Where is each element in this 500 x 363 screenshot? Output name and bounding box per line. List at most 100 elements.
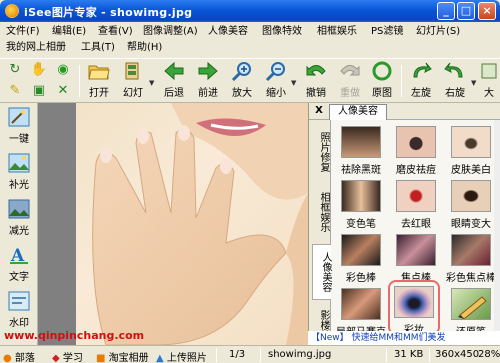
forward-button[interactable]: 前进 xyxy=(191,61,225,101)
status-taobao-link[interactable]: ■ 淘宝相册 xyxy=(96,349,149,363)
landscape-dark-icon xyxy=(8,199,30,219)
back-button[interactable]: 后退 xyxy=(157,61,191,101)
menu-edit[interactable]: 编辑(E) xyxy=(52,25,86,39)
tool-smooth-skin[interactable]: 磨皮祛痘 xyxy=(390,122,442,177)
title-bar: iSee图片专家 - showimg.jpg _ □ × xyxy=(0,0,500,22)
one-click-button[interactable]: 一键 xyxy=(2,105,36,147)
promo-link[interactable]: 【New】 快速给MM和MM们美发 xyxy=(308,331,500,345)
eye-thumb-icon xyxy=(396,126,436,158)
original-label: 原图 xyxy=(372,88,392,99)
tool-enlarge-eyes[interactable]: 眼睛变大 xyxy=(445,176,497,231)
status-dimensions: 360x450 xyxy=(435,349,480,360)
menu-view[interactable]: 查看(V) xyxy=(98,25,133,39)
tool-focus-stick[interactable]: 焦点棒 xyxy=(390,230,442,285)
tool-label: 祛除黑斑 xyxy=(341,165,381,176)
watermark-button[interactable]: 水印 xyxy=(2,289,36,331)
app-icon[interactable] xyxy=(5,4,19,18)
menu-portrait-beauty[interactable]: 人像美容 xyxy=(208,25,248,39)
vertical-tabs: 照片修复 相框娱乐 人像美容 影楼效 xyxy=(309,120,331,345)
tool-color-pen[interactable]: 变色笔 xyxy=(335,176,387,231)
undo-button[interactable]: 撤销 xyxy=(299,61,333,101)
menu-image-effects[interactable]: 图像特效 xyxy=(262,25,302,39)
status-tribe-link[interactable]: ● 部落 xyxy=(3,349,35,363)
menu-image-adjust[interactable]: 图像调整(A) xyxy=(143,25,198,39)
face-thumb-icon xyxy=(341,126,381,158)
hand-icon[interactable]: ✋ xyxy=(28,61,50,79)
tool-color-focus-stick[interactable]: 彩色焦点棒 xyxy=(445,230,497,285)
menu-tools[interactable]: 工具(T) xyxy=(81,41,115,55)
open-button[interactable]: 打开 xyxy=(82,61,116,101)
vtab-photo-repair[interactable]: 照片修复 xyxy=(311,126,329,178)
vtab-portrait-beauty[interactable]: 人像美容 xyxy=(312,244,331,300)
folder-icon xyxy=(88,61,110,81)
globe-icon[interactable]: ◉ xyxy=(52,61,74,79)
toolbar-separator xyxy=(401,65,402,97)
rotate-left-button[interactable]: 左旋 xyxy=(404,61,438,101)
delete-icon[interactable]: ✕ xyxy=(52,82,74,100)
original-button[interactable]: 原图 xyxy=(365,61,399,101)
original-icon xyxy=(371,61,393,81)
save-icon[interactable]: ▣ xyxy=(28,82,50,100)
tribe-icon: ● xyxy=(3,353,12,363)
menu-slideshow[interactable]: 幻灯片(S) xyxy=(416,25,460,39)
text-button[interactable]: A 文字 xyxy=(2,243,36,285)
learn-icon: ◆ xyxy=(52,353,60,363)
tab-portrait-beauty[interactable]: 人像美容 xyxy=(329,104,387,120)
tool-label: 皮肤美白 xyxy=(451,165,491,176)
slideshow-button[interactable]: 幻灯 xyxy=(116,61,150,101)
maximize-button[interactable]: □ xyxy=(457,2,475,20)
tool-red-eye[interactable]: 去红眼 xyxy=(390,176,442,231)
zoom-dropdown-icon[interactable]: ▼ xyxy=(291,79,296,87)
tool-color-stick[interactable]: 彩色棒 xyxy=(335,230,387,285)
restore-pen-thumb-icon xyxy=(451,288,491,320)
menu-help[interactable]: 帮助(H) xyxy=(127,41,162,55)
menu-file[interactable]: 文件(F) xyxy=(6,25,40,39)
tool-remove-spots[interactable]: 祛除黑斑 xyxy=(335,122,387,177)
panel-tab-bar: X 人像美容 xyxy=(309,103,500,120)
rotate-left-icon xyxy=(410,61,432,81)
arrow-right-icon xyxy=(197,61,219,81)
status-learn-link[interactable]: ◆ 学习 xyxy=(52,349,83,363)
crop-icon[interactable]: ✎ xyxy=(4,82,26,100)
tool-makeup[interactable]: 彩妆 xyxy=(388,280,440,336)
taobao-label: 淘宝相册 xyxy=(108,353,149,363)
red-eye-thumb-icon xyxy=(396,180,436,212)
panel-scrollbar[interactable] xyxy=(494,120,500,345)
redo-label: 重做 xyxy=(340,88,360,99)
menu-ps-filter[interactable]: PS滤镜 xyxy=(371,25,403,39)
zoom-in-button[interactable]: 放大 xyxy=(225,61,259,101)
tool-whiten-skin[interactable]: 皮肤美白 xyxy=(445,122,497,177)
rotate-right-button[interactable]: 右旋 xyxy=(438,61,472,101)
refresh-icon[interactable]: ↻ xyxy=(4,61,26,79)
fill-light-button[interactable]: 补光 xyxy=(2,151,36,193)
close-button[interactable]: × xyxy=(478,2,496,20)
face-thumb-icon xyxy=(341,180,381,212)
image-canvas[interactable] xyxy=(38,103,308,345)
status-filesize: 31 KB xyxy=(394,349,424,360)
panel-close-button[interactable]: X xyxy=(313,105,325,116)
slideshow-dropdown-icon[interactable]: ▼ xyxy=(149,79,154,87)
status-divider xyxy=(216,348,217,362)
vtab-frame-fun[interactable]: 相框娱乐 xyxy=(311,186,329,238)
zoom-out-label: 缩小 xyxy=(266,88,286,99)
beauty-tools-panel: X 人像美容 照片修复 相框娱乐 人像美容 影楼效 祛除黑斑 磨皮祛痘 皮肤美白… xyxy=(308,103,500,345)
rotate-right-icon xyxy=(444,61,466,81)
learn-label: 学习 xyxy=(62,353,83,363)
text-label: 文字 xyxy=(9,272,29,283)
undo-label: 撤销 xyxy=(306,88,326,99)
redo-icon xyxy=(339,61,361,81)
menu-frame-fun[interactable]: 相框娱乐 xyxy=(317,25,357,39)
zoom-out-button[interactable]: 缩小 xyxy=(259,61,293,101)
reduce-light-button[interactable]: 减光 xyxy=(2,197,36,239)
minimize-button[interactable]: _ xyxy=(437,2,455,20)
status-upload-link[interactable]: ▲ 上传照片 xyxy=(156,349,207,363)
status-divider xyxy=(260,348,261,362)
menu-online-album[interactable]: 我的网上相册 xyxy=(6,41,66,55)
one-click-label: 一键 xyxy=(9,134,29,145)
status-divider xyxy=(429,348,430,362)
status-zoom: 28% xyxy=(478,349,500,360)
toolbar-separator xyxy=(79,65,80,97)
rotate-dropdown-icon[interactable]: ▼ xyxy=(471,79,476,87)
more-button[interactable]: 大 xyxy=(478,61,500,101)
redo-button[interactable]: 重做 xyxy=(333,61,367,101)
